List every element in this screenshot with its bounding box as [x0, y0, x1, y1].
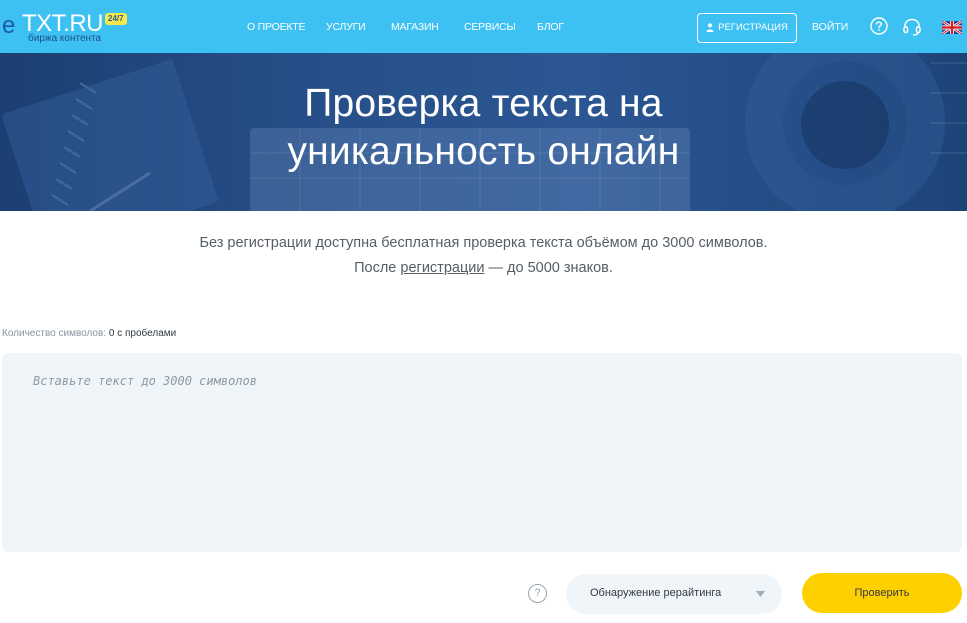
support-headset-icon[interactable]: [902, 17, 922, 37]
check-button[interactable]: Проверить: [802, 573, 962, 613]
page-title-line1: Проверка текста на: [304, 82, 663, 125]
register-label: РЕГИСТРАЦИЯ: [718, 22, 788, 33]
nav-item-about[interactable]: О ПРОЕКТЕ: [247, 21, 306, 33]
login-link[interactable]: ВОЙТИ: [812, 21, 848, 33]
char-counter-value: 0 с пробелами: [108, 328, 177, 339]
text-input[interactable]: [2, 353, 962, 552]
hero-banner: Проверка текста на уникальность онлайн: [0, 53, 967, 211]
user-icon: [706, 23, 714, 32]
chevron-down-icon: [756, 591, 765, 597]
nav-item-services[interactable]: УСЛУГИ: [326, 21, 366, 33]
nav-item-tools[interactable]: СЕРВИСЫ: [464, 21, 516, 33]
info-text: Без регистрации доступна бесплатная пров…: [0, 231, 967, 281]
info-line1: Без регистрации доступна бесплатная пров…: [199, 235, 768, 251]
help-icon[interactable]: [870, 17, 888, 35]
page-title-line2: уникальность онлайн: [287, 130, 680, 173]
registration-link[interactable]: регистрации: [400, 260, 484, 276]
info-line2: После регистрации — до 5000 знаков.: [0, 256, 967, 281]
info-line2-prefix: После: [354, 260, 401, 276]
nav-item-blog[interactable]: БЛОГ: [537, 21, 564, 33]
page-title: Проверка текста на уникальность онлайн: [0, 80, 967, 176]
info-line2-suffix: — до 5000 знаков.: [484, 260, 613, 276]
site-header: e TXT.RU 24/7 биржа контента О ПРОЕКТЕ У…: [0, 0, 967, 53]
check-mode-select[interactable]: Обнаружение рерайтинга: [566, 574, 782, 614]
uk-flag-icon[interactable]: [942, 21, 962, 34]
check-mode-value: Обнаружение рерайтинга: [590, 587, 722, 599]
nav-item-shop[interactable]: МАГАЗИН: [391, 21, 439, 33]
register-button[interactable]: РЕГИСТРАЦИЯ: [697, 13, 797, 43]
mode-help-icon[interactable]: ?: [528, 584, 547, 603]
char-counter-label: Количество символов:: [2, 328, 109, 339]
char-counter: Количество символов: 0 с пробелами: [2, 328, 176, 339]
main-nav: О ПРОЕКТЕ УСЛУГИ МАГАЗИН СЕРВИСЫ БЛОГ: [0, 21, 600, 35]
